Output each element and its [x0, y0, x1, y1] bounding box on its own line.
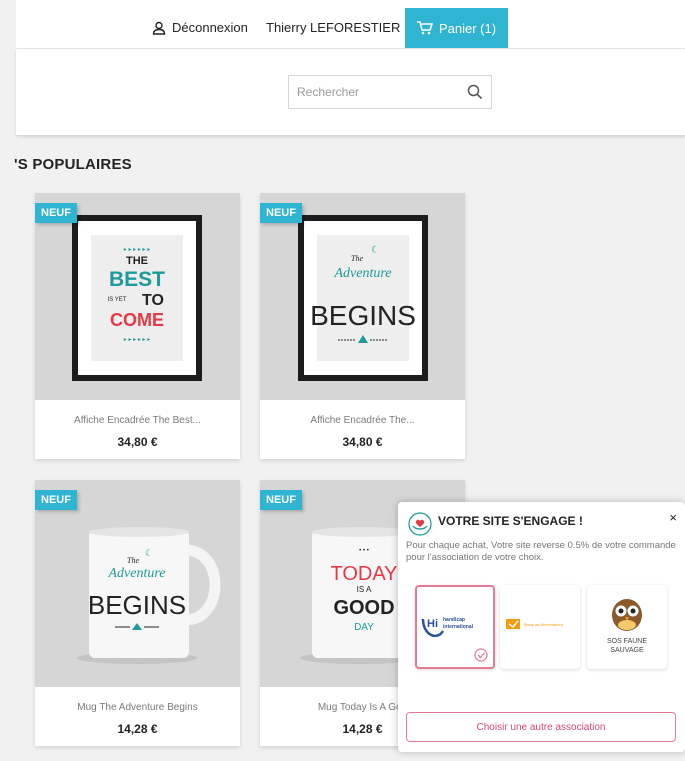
svg-text:☾: ☾ [371, 245, 380, 256]
product-price: 14,28 € [117, 722, 158, 736]
sos-faune-owl-logo: SOS FAUNE SAUVAGE [607, 599, 647, 654]
search-box [288, 75, 492, 109]
search-icon[interactable] [467, 84, 483, 100]
association-option-sos-faune[interactable]: SOS FAUNE SAUVAGE [587, 585, 667, 669]
svg-text:▸ ▸ ▸ ▸ ▸ ▸: ▸ ▸ ▸ ▸ ▸ ▸ [124, 247, 150, 253]
svg-text:BEGINS: BEGINS [88, 590, 186, 620]
svg-text:SAUVAGE: SAUVAGE [610, 647, 644, 654]
account-name-link[interactable]: Thierry LEFORESTIER [266, 20, 400, 35]
search-bar-container [16, 49, 685, 135]
association-option-banques[interactable]: Banques Alimentaires [500, 585, 580, 669]
popup-title: VOTRE SITE S'ENGAGE ! [438, 514, 583, 528]
svg-text:THE: THE [126, 255, 148, 267]
charity-popup: VOTRE SITE S'ENGAGE ! × Pour chaque acha… [398, 502, 685, 752]
heart-hands-icon [408, 512, 432, 536]
cart-icon [416, 21, 433, 35]
svg-text:▸ ▸ ▸ ▸ ▸ ▸: ▸ ▸ ▸ ▸ ▸ ▸ [124, 337, 150, 343]
logout-label: Déconnexion [172, 20, 248, 35]
product-name[interactable]: Affiche Encadrée The... [260, 415, 465, 426]
product-price: 34,80 € [117, 435, 158, 449]
product-price: 34,80 € [342, 435, 383, 449]
svg-text:SOS FAUNE: SOS FAUNE [607, 638, 647, 645]
popup-description: Pour chaque achat, Votre site reverse 0.… [406, 540, 676, 563]
search-input[interactable] [289, 76, 457, 108]
mug-adventure-image: ☾ The Adventure BEGINS [77, 527, 221, 664]
svg-text:The: The [127, 556, 139, 565]
svg-text:GOOD: GOOD [333, 597, 394, 619]
product-card[interactable]: ☾ The Adventure BEGINS NEUF Affiche Enca… [260, 193, 465, 459]
cart-label: Panier (1) [438, 20, 497, 36]
cart-button[interactable]: Panier (1) [405, 8, 508, 48]
svg-text:TODAY: TODAY [330, 563, 397, 585]
association-option-handicap[interactable]: Hi handicap international [415, 585, 495, 669]
svg-text:IS YET: IS YET [108, 297, 127, 303]
svg-text:Adventure: Adventure [107, 566, 165, 581]
svg-text:Hi: Hi [427, 618, 438, 630]
close-icon[interactable]: × [669, 510, 677, 525]
svg-text:international: international [443, 624, 474, 630]
svg-text:BEGINS: BEGINS [310, 300, 416, 331]
product-image[interactable]: ☾ The Adventure BEGINS NEUF [35, 480, 240, 687]
banques-alimentaires-logo: Banques Alimentaires [506, 619, 563, 629]
svg-text:☾: ☾ [145, 548, 153, 558]
product-name[interactable]: Mug The Adventure Begins [35, 702, 240, 713]
logout-link[interactable]: Déconnexion [152, 20, 248, 35]
svg-text:COME: COME [110, 310, 164, 330]
new-badge: NEUF [260, 203, 302, 223]
svg-text:TO: TO [142, 292, 164, 309]
svg-text:IS A: IS A [357, 585, 372, 594]
svg-text:handicap: handicap [443, 617, 465, 623]
new-badge: NEUF [35, 490, 77, 510]
section-title: 'S POPULAIRES [14, 156, 132, 173]
product-name[interactable]: Affiche Encadrée The Best... [35, 415, 240, 426]
poster-best-image: ▸ ▸ ▸ ▸ ▸ ▸ THE BEST IS YET TO COME ▸ ▸ … [72, 215, 202, 381]
top-header: Déconnexion Thierry LEFORESTIER Panier (… [16, 0, 685, 49]
user-icon [152, 21, 166, 35]
product-card[interactable]: ☾ The Adventure BEGINS NEUF Mug The Adve… [35, 480, 240, 746]
product-card[interactable]: ▸ ▸ ▸ ▸ ▸ ▸ THE BEST IS YET TO COME ▸ ▸ … [35, 193, 240, 459]
new-badge: NEUF [260, 490, 302, 510]
svg-text:Banques Alimentaires: Banques Alimentaires [524, 622, 563, 627]
svg-text:BEST: BEST [109, 268, 165, 291]
choose-association-button[interactable]: Choisir une autre association [406, 712, 676, 742]
svg-text:DAY: DAY [354, 622, 374, 633]
handicap-international-logo: Hi handicap international [421, 617, 488, 662]
svg-text:Adventure: Adventure [333, 266, 391, 281]
svg-text:The: The [351, 254, 363, 263]
product-image[interactable]: ▸ ▸ ▸ ▸ ▸ ▸ THE BEST IS YET TO COME ▸ ▸ … [35, 193, 240, 400]
product-image[interactable]: ☾ The Adventure BEGINS NEUF [260, 193, 465, 400]
svg-text:• • •: • • • [359, 548, 369, 554]
new-badge: NEUF [35, 203, 77, 223]
poster-adventure-image: ☾ The Adventure BEGINS [298, 215, 428, 381]
